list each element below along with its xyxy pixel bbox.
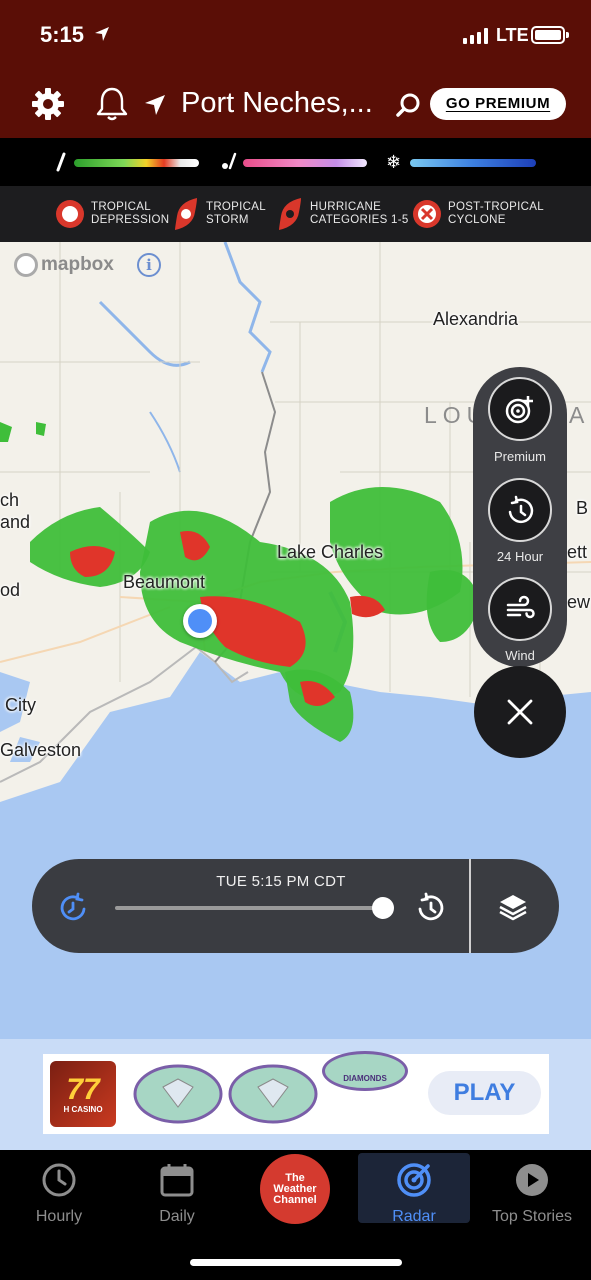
go-premium-button[interactable]: GO PREMIUM [430, 88, 566, 120]
map-label-beaumont: Beaumont [123, 572, 206, 592]
diamonds-title: DIAMONDS [322, 1051, 408, 1091]
map-label-lake-charles: Lake Charles [277, 542, 384, 562]
map-label-partial: ett [567, 542, 588, 562]
wind-button[interactable] [488, 577, 552, 641]
storm-legend: TROPICAL DEPRESSION TROPICAL STORM HURRICA… [0, 186, 591, 242]
mapbox-logo-icon [14, 253, 38, 277]
network-type: LTE [496, 25, 529, 45]
close-icon [507, 699, 533, 725]
ad-banner[interactable]: 77 H CASINO DIAMONDS PLAY [43, 1051, 549, 1134]
play-circle-icon [516, 1164, 548, 1196]
signal-icon [463, 28, 488, 44]
tab-label: Hourly [35, 1208, 83, 1225]
settings-gear-icon[interactable] [30, 86, 66, 122]
home-indicator [190, 1259, 402, 1266]
twc-line: Channel [273, 1193, 317, 1206]
legend-post-tropical: POST-TROPICAL CYCLONE [411, 196, 544, 232]
mix-scale-bar [243, 159, 367, 167]
future-clock-icon [508, 495, 534, 524]
map-label-louisiana-end: A [569, 402, 591, 428]
tab-label: Top Stories [491, 1208, 573, 1225]
legend-label: POST-TROPICAL CYCLONE [448, 201, 544, 226]
weather-channel-logo-button[interactable]: The Weather Channel [260, 1154, 330, 1224]
current-location-icon[interactable] [143, 93, 167, 117]
snow-icon: ❄ [386, 152, 402, 172]
app-header: 5:15 LTE Port Neches,... GO PREMIUM [0, 0, 591, 138]
mix-icon [222, 152, 237, 170]
24-hour-label: 24 Hour [496, 549, 544, 564]
map-label-alexandria: Alexandria [433, 309, 519, 329]
timeline-divider [469, 859, 471, 953]
map-label-partial: ew [567, 592, 591, 612]
timeline-slider-track[interactable] [115, 906, 383, 910]
layers-icon[interactable] [497, 891, 529, 923]
radar-icon [397, 1163, 431, 1197]
calendar-icon [160, 1164, 194, 1197]
clock-icon [42, 1163, 76, 1197]
close-layers-button[interactable] [474, 666, 566, 758]
current-location-marker [183, 604, 217, 638]
rain-scale-bar [74, 159, 199, 167]
map-label-galveston: Galveston [0, 740, 82, 760]
tab-label: Daily [159, 1208, 195, 1225]
mapbox-attribution: mapbox [41, 254, 114, 275]
legend-hurricane: HURRICANE CATEGORIES 1-5 [275, 196, 409, 232]
premium-radar-label: Premium [493, 449, 546, 464]
past-history-icon[interactable] [58, 891, 90, 923]
wind-icon [506, 595, 535, 619]
casino-app-icon: 77 H CASINO [50, 1061, 116, 1127]
ad-play-button[interactable]: PLAY [428, 1071, 541, 1115]
tab-radar[interactable]: Radar [364, 1158, 464, 1226]
location-services-icon [95, 27, 109, 41]
map-label-city: City [5, 695, 36, 715]
radar-layer-controls: Premium 24 Hour Wind [473, 367, 567, 667]
hurricane-icon [279, 198, 301, 230]
bottom-tab-bar: Hourly Daily The Weather Channel Radar Top… [0, 1150, 591, 1280]
mapbox-logo: mapbox [14, 253, 114, 277]
top-nav: Port Neches,... GO PREMIUM [0, 70, 591, 138]
24-hour-button[interactable] [488, 478, 552, 542]
timeline-slider-thumb[interactable] [372, 897, 394, 919]
post-tropical-cyclone-icon [413, 200, 441, 228]
legend-label: HURRICANE CATEGORIES 1-5 [310, 201, 409, 226]
radar-map[interactable]: mapbox i Alexandria LOU A Lake Charles B… [0, 242, 591, 1150]
status-time: 5:15 [40, 22, 85, 47]
timeline-timestamp: TUE 5:15 PM CDT [216, 873, 346, 890]
tropical-depression-icon [56, 200, 84, 228]
tab-daily[interactable]: Daily [136, 1158, 218, 1226]
notifications-bell-icon[interactable] [95, 86, 129, 122]
map-label-partial: B [576, 498, 589, 518]
legend-label: TROPICAL DEPRESSION [91, 201, 170, 226]
premium-radar-button[interactable] [488, 377, 552, 441]
map-label-partial: ch [0, 490, 20, 510]
future-clock-icon[interactable] [414, 891, 446, 923]
tropical-storm-icon [175, 198, 197, 230]
casino-brand: H CASINO [63, 1104, 103, 1114]
status-bar: 5:15 LTE [0, 0, 591, 70]
map-label-partial: od [0, 580, 21, 600]
rain-icon [56, 152, 66, 172]
location-title[interactable]: Port Neches,... [181, 87, 373, 120]
snow-scale-bar [410, 159, 536, 167]
legend-label: TROPICAL STORM [206, 201, 266, 226]
battery-icon [531, 26, 569, 44]
wind-label: Wind [505, 648, 535, 663]
map-label-partial: and [0, 512, 31, 532]
search-icon[interactable] [396, 92, 422, 118]
tab-label: Radar [392, 1208, 436, 1225]
radar-plus-icon [505, 396, 533, 424]
legend-tropical-depression: TROPICAL DEPRESSION [54, 196, 169, 232]
legend-tropical-storm: TROPICAL STORM [171, 196, 266, 232]
tab-hourly[interactable]: Hourly [18, 1158, 100, 1226]
info-icon[interactable]: i [137, 253, 161, 277]
diamond-graphic-icon [133, 1064, 318, 1124]
tab-top-stories[interactable]: Top Stories [484, 1158, 580, 1226]
radar-timeline: TUE 5:15 PM CDT [32, 859, 559, 953]
